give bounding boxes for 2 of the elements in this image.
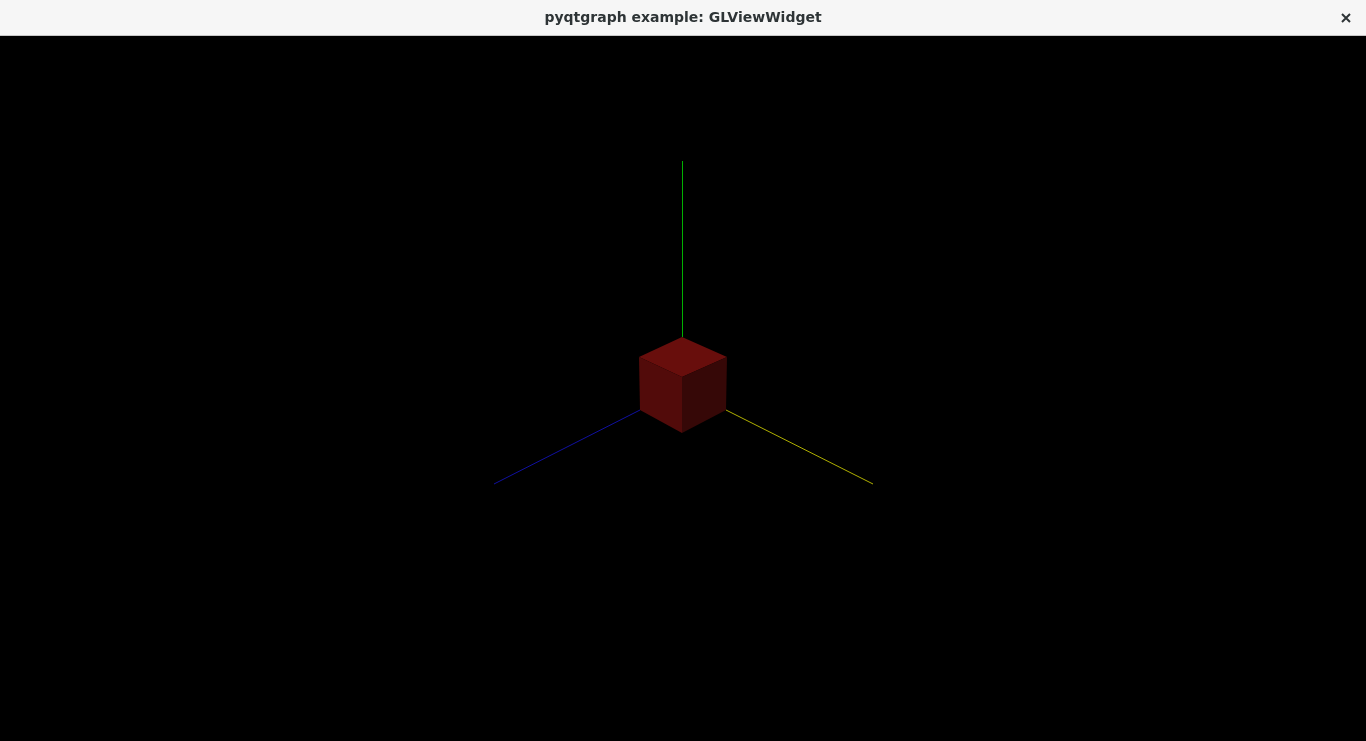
close-icon [1341,13,1351,23]
window-title: pyqtgraph example: GLViewWidget [544,8,822,27]
